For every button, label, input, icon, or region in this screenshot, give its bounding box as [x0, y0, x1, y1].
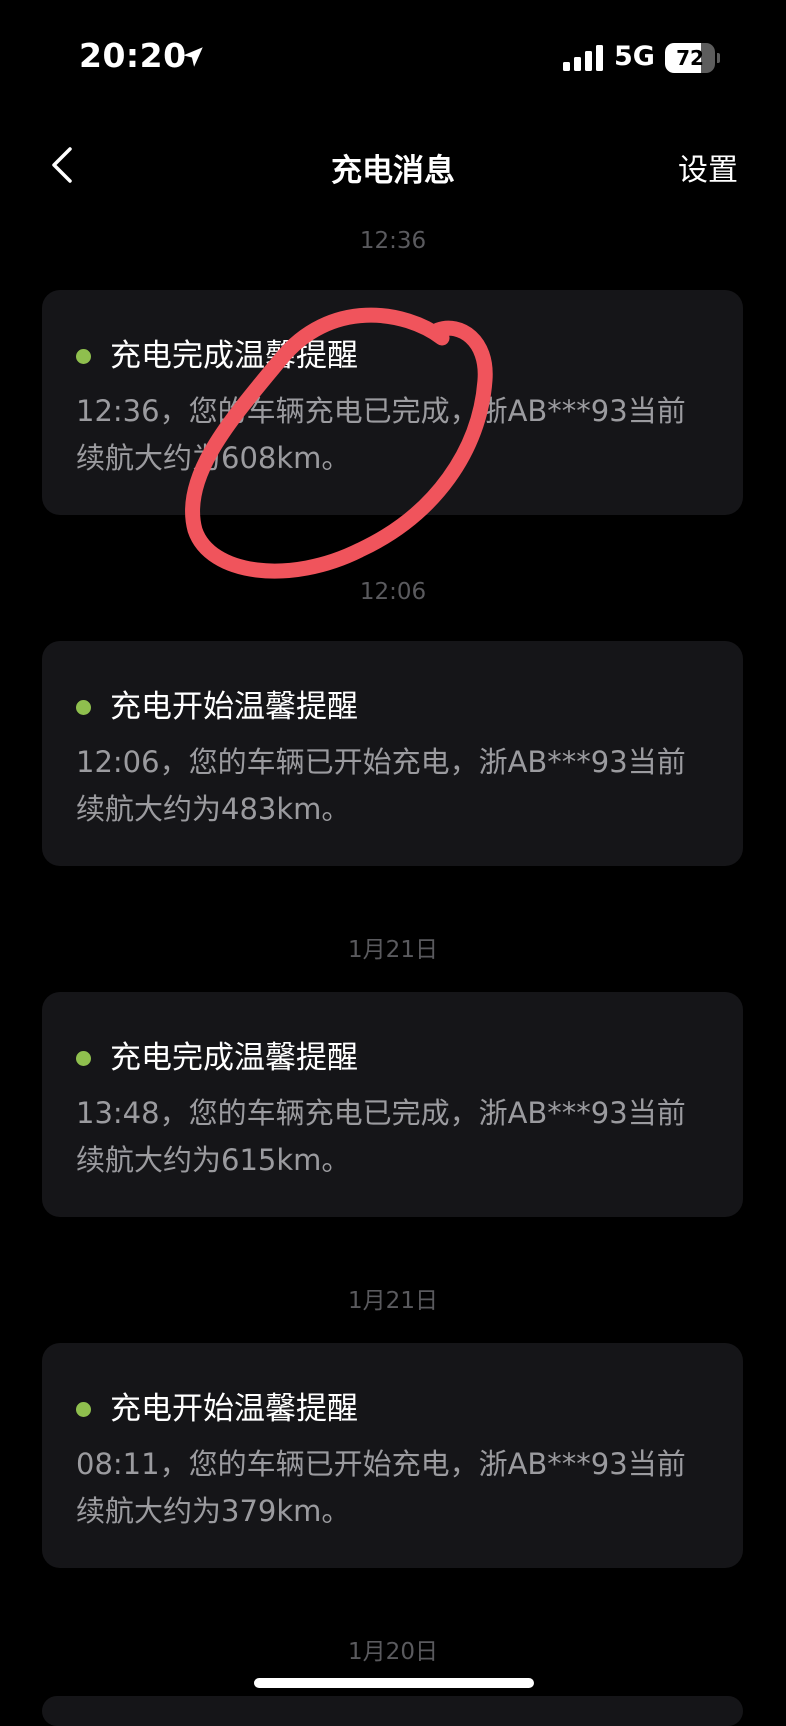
- battery-level: 72: [676, 46, 704, 70]
- message-time-label: 12:06: [359, 579, 427, 605]
- message-title: 充电开始温馨提醒: [110, 1391, 358, 1427]
- nav-bar: 充电消息 设置: [0, 125, 786, 205]
- message-card[interactable]: 充电开始温馨提醒 08:11，您的车辆已开始充电，浙AB***93当前续航大约为…: [42, 1343, 743, 1568]
- message-body: 12:36，您的车辆充电已完成，浙AB***93当前续航大约为608km。: [76, 394, 686, 475]
- status-dot: [76, 1051, 91, 1066]
- settings-button[interactable]: 设置: [678, 145, 738, 189]
- message-time-label: 1月21日: [348, 937, 438, 963]
- message-time-label: 1月21日: [348, 1288, 438, 1314]
- message-title: 充电完成温馨提醒: [110, 1040, 358, 1076]
- location-arrow-icon: [183, 47, 203, 67]
- message-body: 12:06，您的车辆已开始充电，浙AB***93当前续航大约为483km。: [76, 745, 686, 826]
- message-time-label: 12:36: [359, 228, 427, 254]
- status-dot: [76, 349, 91, 364]
- message-title: 充电完成温馨提醒: [110, 338, 358, 374]
- message-body: 08:11，您的车辆已开始充电，浙AB***93当前续航大约为379km。: [76, 1447, 686, 1528]
- message-card[interactable]: [42, 1696, 743, 1726]
- status-time: 20:20: [79, 36, 187, 75]
- message-time-label: 1月20日: [348, 1639, 438, 1665]
- message-card[interactable]: 充电完成温馨提醒 13:48，您的车辆充电已完成，浙AB***93当前续航大约为…: [42, 992, 743, 1217]
- message-card[interactable]: 充电完成温馨提醒 12:36，您的车辆充电已完成，浙AB***93当前续航大约为…: [42, 290, 743, 515]
- cellular-signal-icon: [563, 45, 603, 71]
- battery-icon: 72: [665, 43, 720, 73]
- status-dot: [76, 1402, 91, 1417]
- status-bar: 20:20 5G 72: [0, 0, 786, 115]
- message-body: 13:48，您的车辆充电已完成，浙AB***93当前续航大约为615km。: [76, 1096, 686, 1177]
- page-title: 充电消息: [331, 153, 455, 189]
- home-indicator[interactable]: [254, 1678, 534, 1688]
- message-card[interactable]: 充电开始温馨提醒 12:06，您的车辆已开始充电，浙AB***93当前续航大约为…: [42, 641, 743, 866]
- network-label: 5G: [614, 41, 655, 72]
- message-title: 充电开始温馨提醒: [110, 689, 358, 725]
- status-dot: [76, 700, 91, 715]
